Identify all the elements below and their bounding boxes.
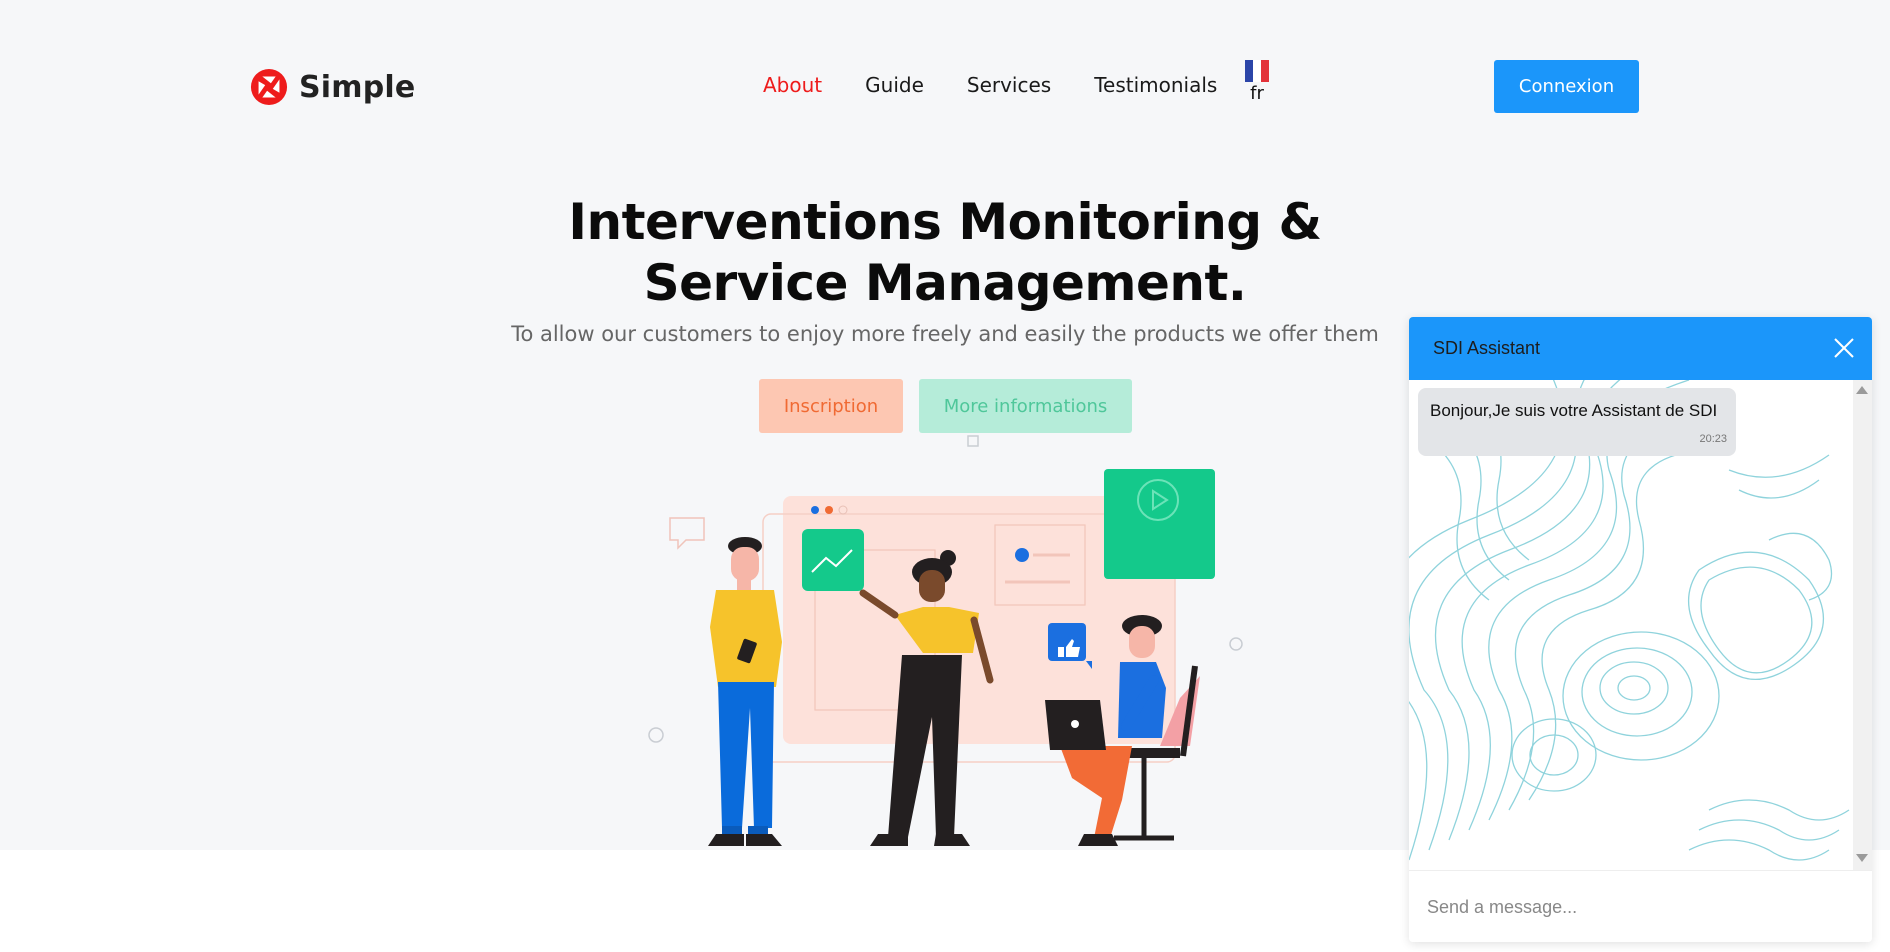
logo[interactable]: Simple (250, 68, 415, 106)
more-informations-button[interactable]: More informations (919, 379, 1132, 433)
hero-title-line2: Service Management. (643, 254, 1247, 312)
nav-services[interactable]: Services (967, 73, 1051, 97)
chat-title: SDI Assistant (1433, 338, 1541, 358)
chat-message-text: Bonjour,Je suis votre Assistant de SDI (1430, 401, 1718, 420)
chat-widget: SDI Assistant Bonjour,Je suis votre Assi… (1409, 317, 1872, 942)
language-label: fr (1250, 83, 1264, 104)
scroll-up-arrow-icon[interactable] (1856, 386, 1868, 394)
chat-message-input[interactable] (1427, 893, 1847, 921)
site-header: Simple About Guide Services Testimonials… (0, 0, 1890, 175)
chat-scrollbar[interactable] (1853, 380, 1872, 870)
inscription-button[interactable]: Inscription (759, 379, 903, 433)
camera-shutter-icon (250, 68, 288, 106)
logo-text: Simple (299, 69, 416, 105)
chat-messages[interactable]: Bonjour,Je suis votre Assistant de SDI 2… (1409, 380, 1872, 870)
hero-subtitle: To allow our customers to enjoy more fre… (511, 322, 1379, 346)
hero-title: Interventions Monitoring & Service Manag… (445, 192, 1445, 314)
language-switcher[interactable]: fr (1244, 60, 1270, 104)
nav-testimonials[interactable]: Testimonials (1094, 73, 1217, 97)
close-icon[interactable] (1832, 336, 1856, 360)
hero-title-line1: Interventions Monitoring & (568, 193, 1322, 251)
chat-header: SDI Assistant (1409, 317, 1872, 380)
france-flag-icon (1245, 60, 1269, 82)
nav-guide[interactable]: Guide (865, 73, 924, 97)
team-illustration (648, 435, 1243, 846)
nav-about[interactable]: About (763, 73, 822, 97)
main-nav: About Guide Services Testimonials (763, 73, 1260, 97)
chat-message-time: 20:23 (1699, 433, 1727, 445)
chat-input-bar (1409, 870, 1872, 942)
chat-message: Bonjour,Je suis votre Assistant de SDI 2… (1418, 388, 1736, 456)
connexion-button[interactable]: Connexion (1494, 60, 1639, 113)
scroll-down-arrow-icon[interactable] (1856, 854, 1868, 862)
